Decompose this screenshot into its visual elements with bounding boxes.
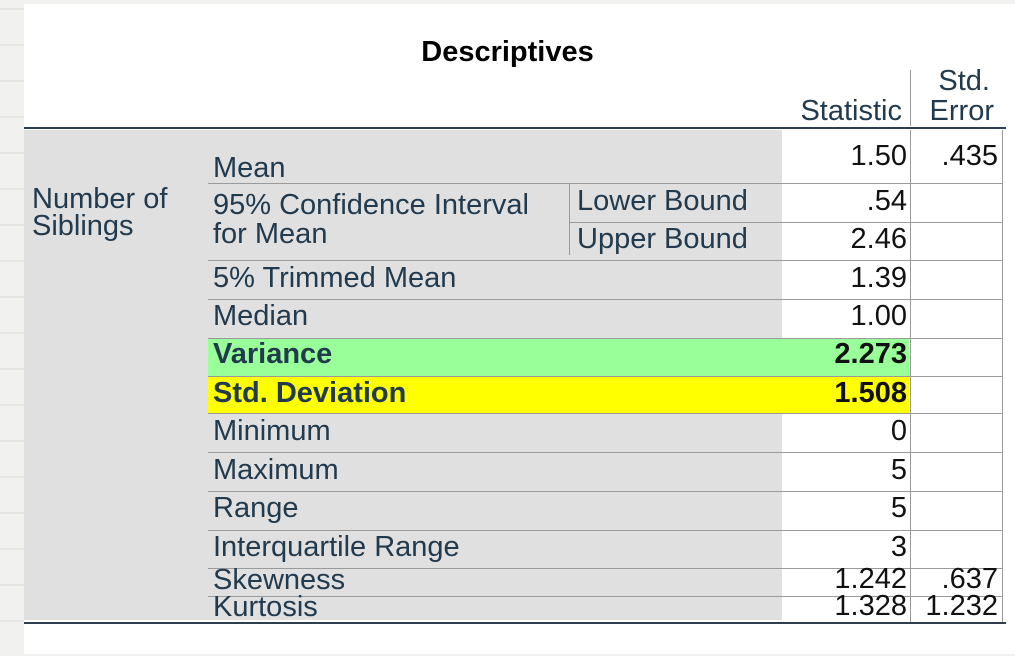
variable-label-line1: Number of [32,183,168,215]
kurtosis-std-error: 1.232 [925,590,998,622]
variable-label-line2: Siblings [32,210,134,242]
median-statistic: 1.00 [850,300,907,332]
ci-label-line1: 95% Confidence Interval [213,189,529,221]
trimmed-mean-label: 5% Trimmed Mean [213,262,457,294]
std-deviation-label: Std. Deviation [213,377,407,409]
lower-bound-label: Lower Bound [577,185,748,217]
row-line [208,413,1002,414]
variance-statistic: 2.273 [834,338,907,370]
median-label: Median [213,300,309,332]
statistic-header: Statistic [800,95,902,127]
std-error-header-line2: Error [929,95,994,127]
lower-bound-statistic: .54 [866,185,907,217]
upper-bound-label: Upper Bound [577,223,748,255]
row-line [208,491,1002,492]
maximum-statistic: 5 [890,454,907,486]
iqr-statistic: 3 [890,531,907,563]
row-line [208,260,1002,261]
variance-label: Variance [213,338,333,370]
kurtosis-label: Kurtosis [213,591,318,623]
header-divider [910,70,911,126]
trimmed-mean-statistic: 1.39 [850,262,907,294]
std-deviation-statistic: 1.508 [834,377,907,409]
iqr-label: Interquartile Range [213,531,460,563]
upper-bound-statistic: 2.46 [850,223,907,255]
range-statistic: 5 [890,492,907,524]
ci-label-line2: for Mean [213,218,328,250]
header-rule [24,127,1006,129]
right-border [1002,130,1003,622]
std-error-header-line1: Std. [938,65,990,97]
minimum-statistic: 0 [890,415,907,447]
bottom-rule [24,622,1006,624]
skewness-label: Skewness [213,564,346,596]
range-label: Range [213,492,299,524]
mean-label: Mean [213,152,286,184]
skewness-std-error: .637 [941,563,998,595]
minimum-label: Minimum [213,415,331,447]
mean-statistic: 1.50 [850,140,907,172]
maximum-label: Maximum [213,454,339,486]
skewness-statistic: 1.242 [834,563,907,595]
kurtosis-statistic: 1.328 [834,590,907,622]
row-line [208,452,1002,453]
row-line [208,183,1002,184]
mean-std-error: .435 [941,140,998,172]
table-title: Descriptives [421,36,594,68]
ci-divider [569,183,570,255]
